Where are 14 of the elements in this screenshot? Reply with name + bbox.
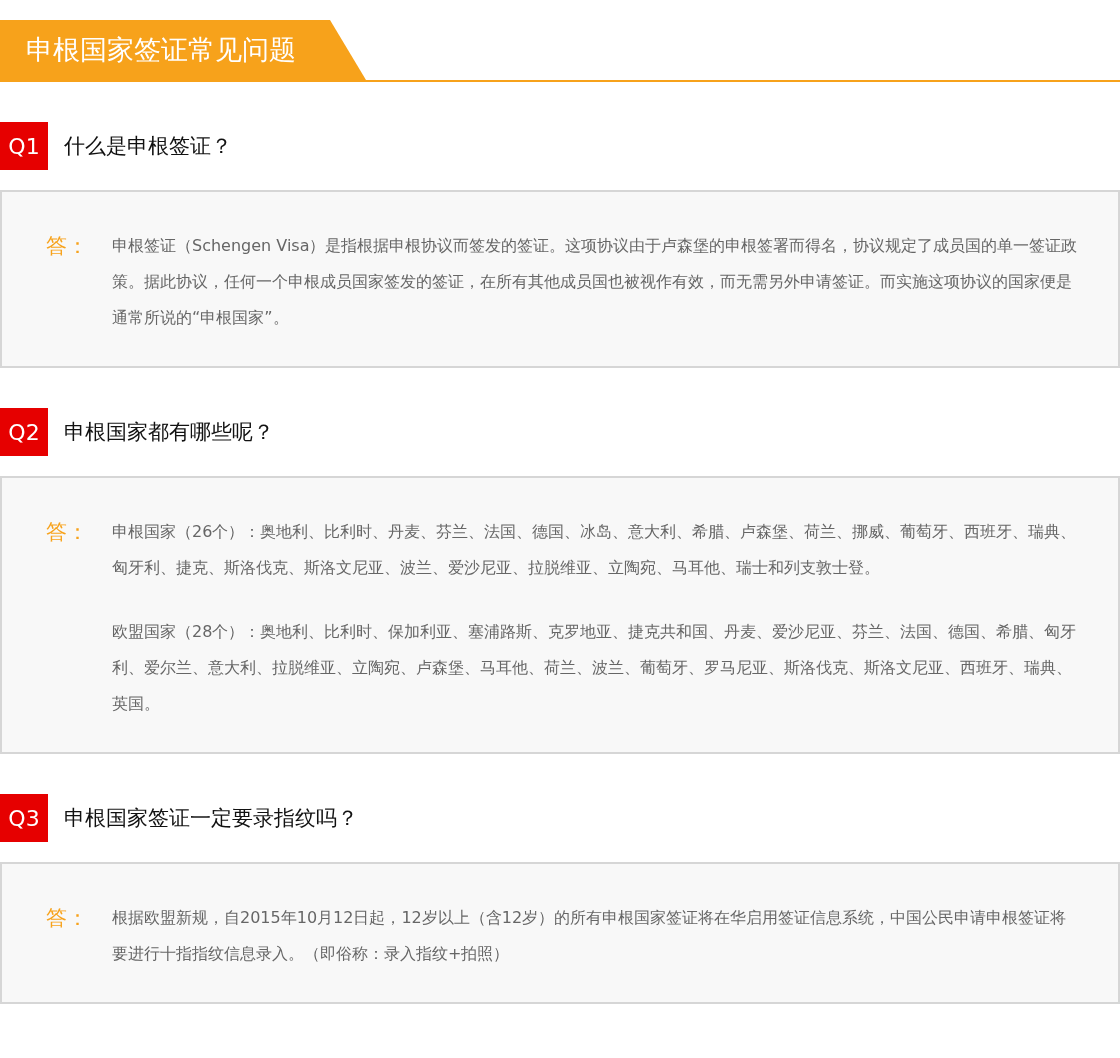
answer-text: 根据欧盟新规，自2015年10月12日起，12岁以上（含12岁）的所有申根国家签证将在华启用签证信息系统，中国公民申请申根签证将要进行十指指纹信息录入。（即俗称：录入指纹+拍照） [112, 907, 1068, 965]
answer-label: 答： [46, 519, 88, 546]
question-badge: Q1 [0, 122, 48, 170]
question-badge: Q2 [0, 408, 48, 456]
question-text: 什么是申根签证？ [64, 133, 232, 160]
answer-label: 答： [46, 905, 88, 932]
answer-text: 欧盟国家（28个）：奥地利、比利时、保加利亚、塞浦路斯、克罗地亚、捷克共和国、丹麦、爱沙尼亚、芬兰、法国、德国、希腊、匈牙利、爱尔兰、意大利、拉脱维亚、立陶宛、卢森堡、马耳他、荷兰、波兰、葡萄牙、罗马尼亚、斯洛伐克、斯洛文尼亚、西班牙、瑞典、英国。 [112, 621, 1078, 715]
answer-text: 申根国家（26个）：奥地利、比利时、丹麦、芬兰、法国、德国、冰岛、意大利、希腊、卢森堡、荷兰、挪威、葡萄牙、西班牙、瑞典、匈牙利、捷克、斯洛伐克、斯洛文尼亚、波兰、爱沙尼亚、拉脱维亚、立陶宛、马耳他、瑞士和列支敦士登。 [112, 521, 1078, 579]
answer-text: 申根签证（Schengen Visa）是指根据申根协议而签发的签证。这项协议由于卢森堡的申根签署而得名，协议规定了成员国的单一签证政策。据此协议，任何一个申根成员国家签发的签证，在所有其他成员国也被视作有效，而无需另外申请签证。而实施这项协议的国家便是通常所说的“申根国家”。 [112, 235, 1078, 329]
section-title: 申根国家签证常见问题 [0, 20, 366, 80]
question-badge: Q3 [0, 794, 48, 842]
question-text: 申根国家都有哪些呢？ [64, 419, 274, 446]
question-text: 申根国家签证一定要录指纹吗？ [64, 805, 358, 832]
answer-label: 答： [46, 233, 88, 260]
